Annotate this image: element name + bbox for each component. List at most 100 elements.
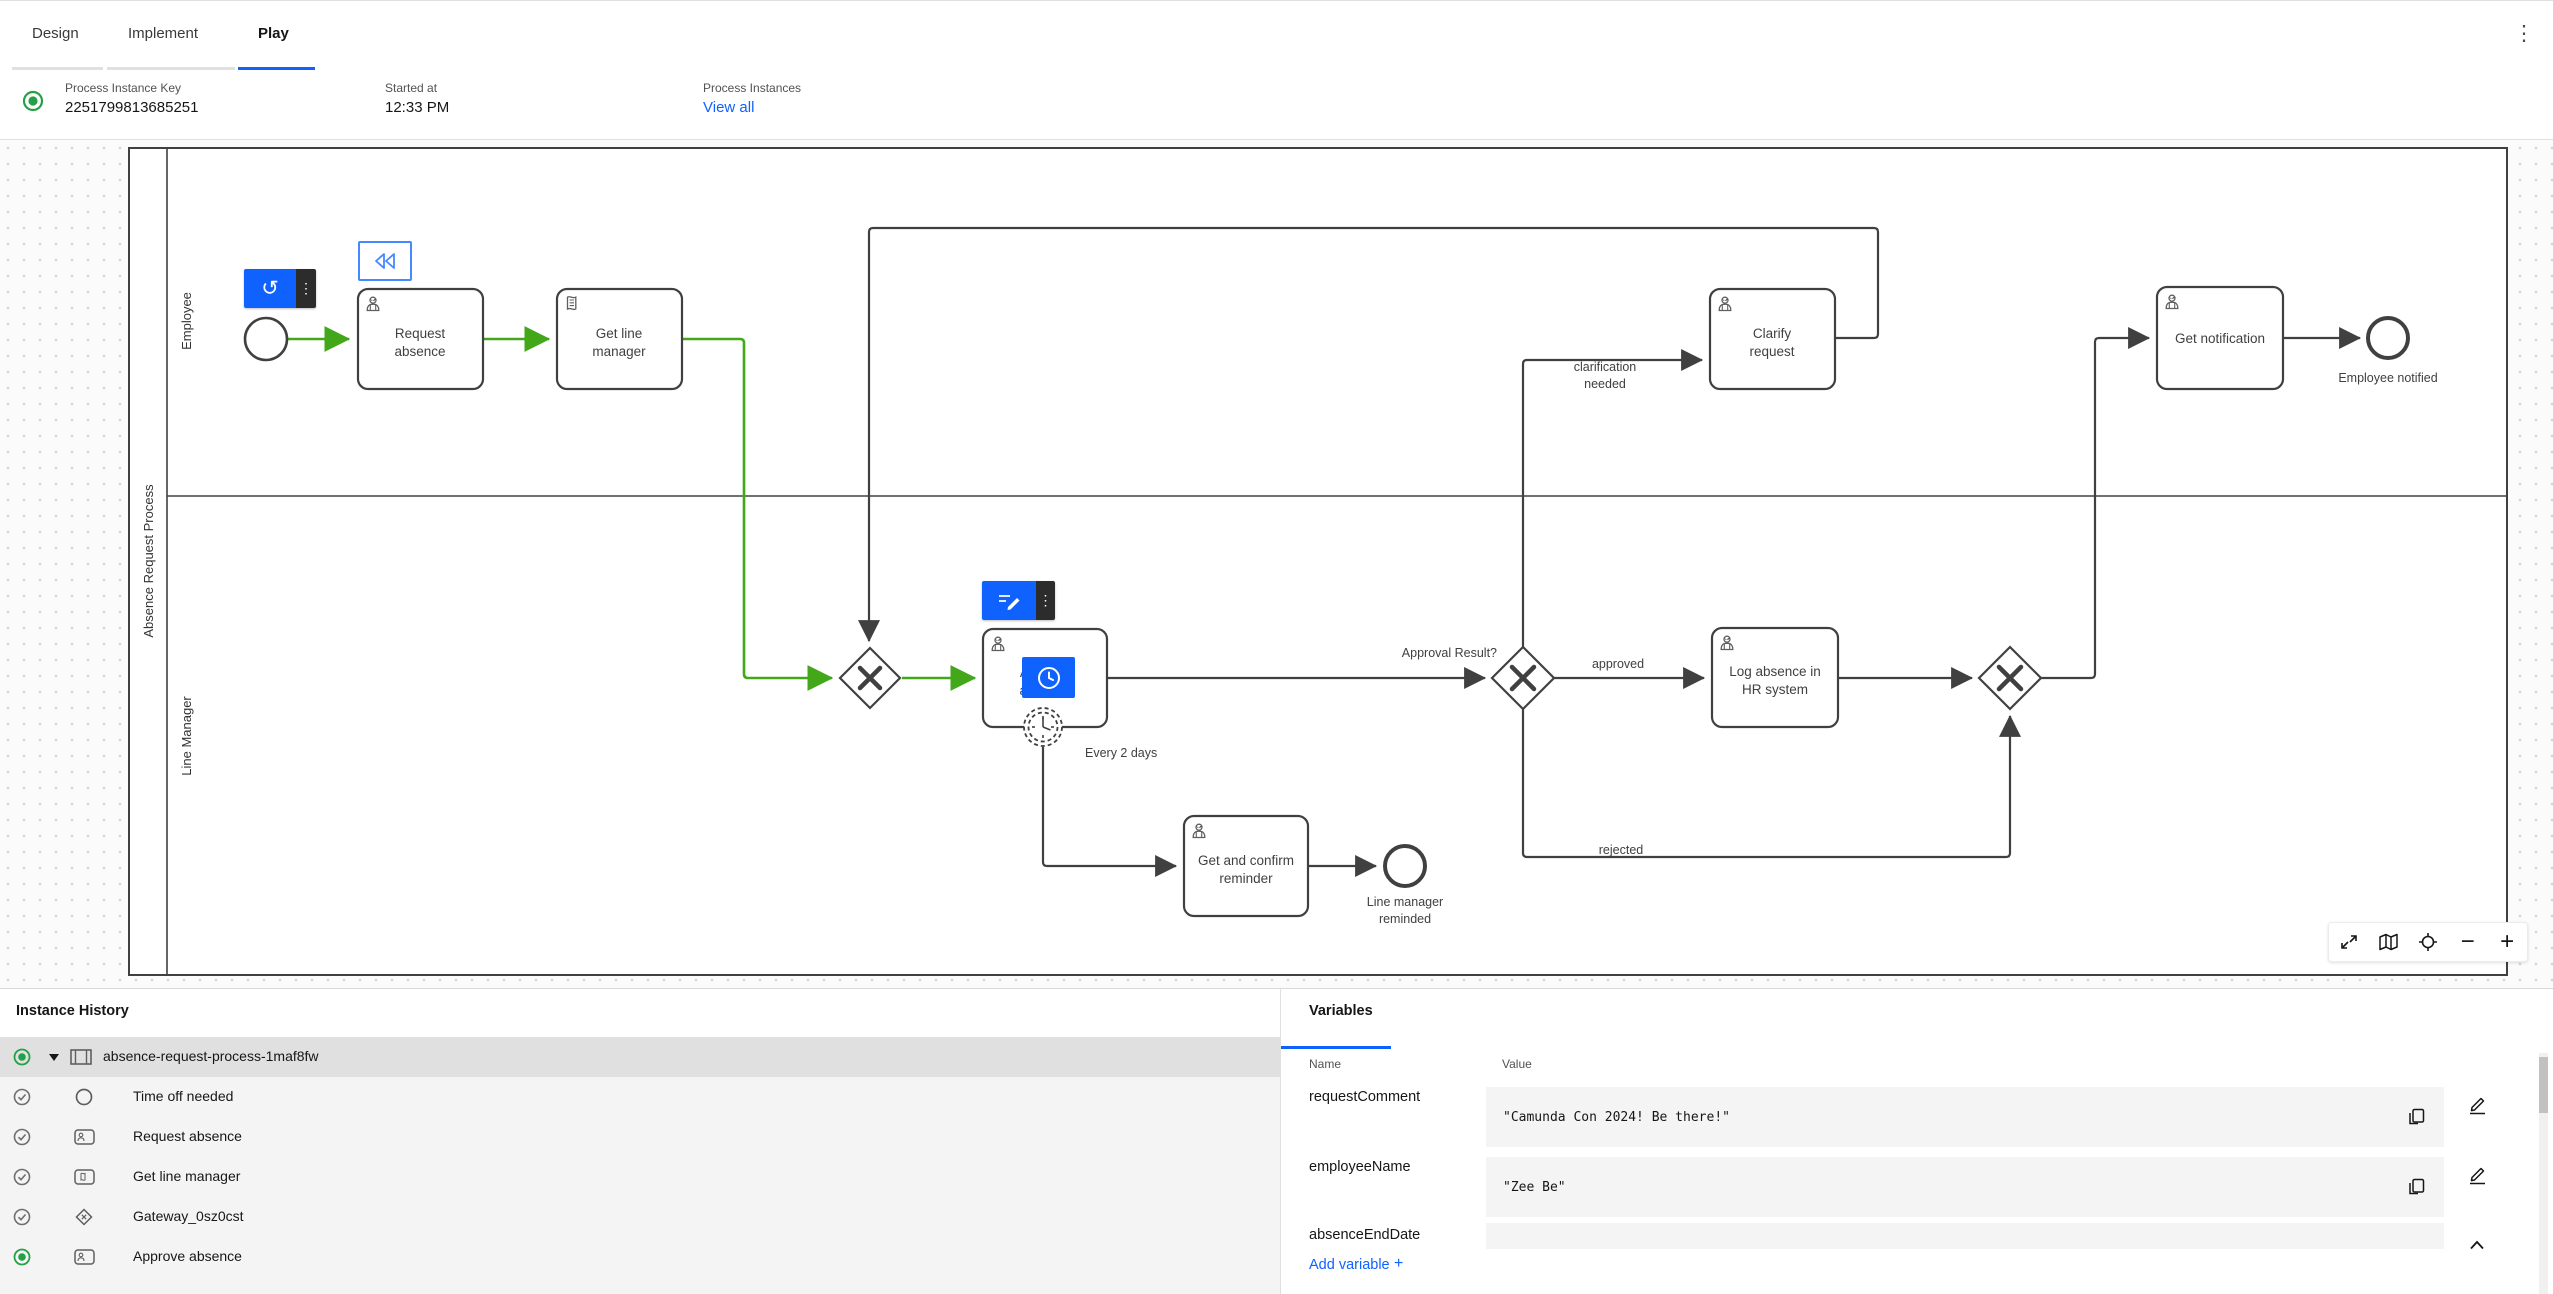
started-at-value: 12:33 PM [385, 99, 450, 116]
completed-check-icon [13, 1168, 31, 1186]
kebab-vertical-icon[interactable]: ⋮ [296, 269, 316, 308]
label-employee-notified: Employee notified [2338, 371, 2437, 385]
variable-value: "Camunda Con 2024! Be there!" [1503, 1110, 1730, 1125]
label-line-manager: Line manager [1367, 895, 1443, 909]
task-get-and-confirm-reminder[interactable]: Get and confirm reminder [1182, 814, 1310, 918]
history-row-gateway[interactable]: Gateway_0sz0cst [0, 1197, 1280, 1237]
add-variable-plus-icon[interactable]: + [1394, 1255, 1403, 1273]
task-get-line-manager[interactable]: Get line manager [555, 287, 684, 391]
variable-name: requestComment [1309, 1089, 1421, 1105]
mode-tab-bar: Design Implement Play ⋮ [0, 1, 2553, 71]
active-radio-icon [13, 1248, 31, 1266]
active-timer-badge[interactable] [1022, 657, 1075, 698]
pool-absence-request-process[interactable] [128, 147, 2508, 976]
tab-play[interactable]: Play [258, 25, 289, 42]
rewind-icon [375, 253, 395, 269]
task-log-absence-hr[interactable]: Log absence in HR system [1710, 626, 1840, 729]
pool-label: Absence Request Process [141, 484, 156, 638]
task-clarify-request[interactable]: Clarify request [1708, 287, 1837, 391]
process-instance-key-value: 2251799813685251 [65, 99, 199, 116]
fit-viewport-icon[interactable] [2332, 925, 2366, 959]
variables-panel: Variables Name Value requestComment "Cam… [1281, 989, 2553, 1294]
task-label: Get and confirm [1198, 853, 1294, 868]
process-icon [70, 1049, 92, 1065]
history-row-approve-absence[interactable]: Approve absence [0, 1237, 1280, 1277]
history-row-process[interactable]: absence-request-process-1maf8fw [0, 1037, 1280, 1077]
label-needed: needed [1584, 377, 1626, 391]
tab-design[interactable]: Design [32, 25, 79, 42]
history-row-request-absence[interactable]: Request absence [0, 1117, 1280, 1157]
zoom-in-icon[interactable]: + [2490, 925, 2524, 959]
variables-name-header: Name [1309, 1057, 1342, 1071]
history-row-label: Time off needed [133, 1088, 234, 1104]
end-event-line-manager-reminded[interactable] [1383, 844, 1427, 888]
gateway-icon [75, 1208, 93, 1226]
history-panel-fill [0, 1277, 1280, 1294]
task-label: reminder [1219, 871, 1273, 886]
scrollbar-thumb[interactable] [2539, 1057, 2548, 1113]
reset-zoom-icon[interactable] [2411, 925, 2445, 959]
complete-form-button[interactable] [982, 581, 1036, 620]
task-label: absence [394, 344, 445, 359]
label-every-2-days: Every 2 days [1085, 746, 1157, 760]
label-clarification: clarification [1574, 360, 1637, 374]
lane-label-line-manager: Line Manager [179, 696, 194, 776]
label-reminded: reminded [1379, 912, 1431, 926]
copy-icon[interactable] [2406, 1107, 2426, 1127]
task-label: request [1749, 344, 1794, 359]
kebab-vertical-icon[interactable]: ⋮ [1036, 581, 1055, 620]
tab-variables[interactable]: Variables [1309, 1003, 1373, 1019]
variables-tab-underline [1281, 1046, 1391, 1049]
process-instance-key-label: Process Instance Key [65, 81, 182, 95]
kebab-vertical-icon[interactable]: ⋮ [2512, 21, 2536, 51]
rewind-token-button[interactable] [358, 241, 412, 281]
user-task-icon [74, 1249, 95, 1265]
task-label: Get notification [2175, 331, 2265, 346]
chevron-up-icon[interactable] [2468, 1239, 2486, 1251]
history-row-get-line-manager[interactable]: Get line manager [0, 1157, 1280, 1197]
start-event-icon [75, 1088, 93, 1106]
start-event-hover-toolbar: ↺ ⋮ [244, 269, 316, 308]
approve-task-hover-toolbar: ⋮ [982, 581, 1055, 620]
edit-pencil-icon[interactable] [2464, 1162, 2490, 1188]
view-all-link[interactable]: View all [703, 99, 754, 116]
history-row-label: absence-request-process-1maf8fw [103, 1048, 319, 1064]
boundary-timer-event[interactable] [1023, 707, 1063, 747]
bpmn-canvas[interactable]: Absence Request Process Employee Line Ma… [0, 140, 2553, 988]
process-instances-label: Process Instances [703, 81, 802, 95]
copy-icon[interactable] [2406, 1177, 2426, 1197]
active-instance-radio-icon [22, 90, 44, 112]
task-label: Request [395, 326, 446, 341]
task-get-notification[interactable]: Get notification [2155, 285, 2285, 391]
end-event-employee-notified[interactable] [2366, 316, 2410, 360]
history-row-label: Approve absence [133, 1248, 242, 1264]
instance-info-bar: Process Instance Key 2251799813685251 St… [0, 70, 2553, 140]
completed-check-icon [13, 1128, 31, 1146]
task-label: HR system [1742, 682, 1808, 697]
label-approved: approved [1592, 657, 1644, 671]
start-event-time-off-needed[interactable] [243, 316, 289, 362]
task-request-absence[interactable]: Request absence [356, 287, 485, 391]
variable-name: absenceEndDate [1309, 1227, 1421, 1243]
instance-history-title: Instance History [16, 1003, 129, 1019]
variable-value-field[interactable]: "Camunda Con 2024! Be there!" [1486, 1087, 2444, 1147]
add-variable-link[interactable]: Add variable [1309, 1257, 1390, 1273]
restart-button[interactable]: ↺ [244, 269, 296, 308]
active-radio-icon [13, 1048, 31, 1066]
chevron-down-icon[interactable] [47, 1052, 61, 1062]
history-row-label: Gateway_0sz0cst [133, 1208, 244, 1224]
edit-pencil-icon[interactable] [2464, 1092, 2490, 1118]
restart-icon: ↺ [261, 277, 279, 300]
tab-implement[interactable]: Implement [128, 25, 198, 42]
zoom-out-icon[interactable]: − [2451, 925, 2485, 959]
completed-check-icon [13, 1208, 31, 1226]
variables-value-header: Value [1502, 1057, 1532, 1071]
clock-icon [1037, 666, 1060, 689]
minimap-icon[interactable] [2371, 925, 2405, 959]
variable-value-field[interactable]: "Zee Be" [1486, 1157, 2444, 1217]
label-approval-result: Approval Result? [1402, 646, 1497, 660]
script-task-icon [566, 296, 577, 311]
variable-value-field[interactable] [1486, 1223, 2444, 1249]
script-task-icon [74, 1169, 95, 1185]
history-row-time-off-needed[interactable]: Time off needed [0, 1077, 1280, 1117]
